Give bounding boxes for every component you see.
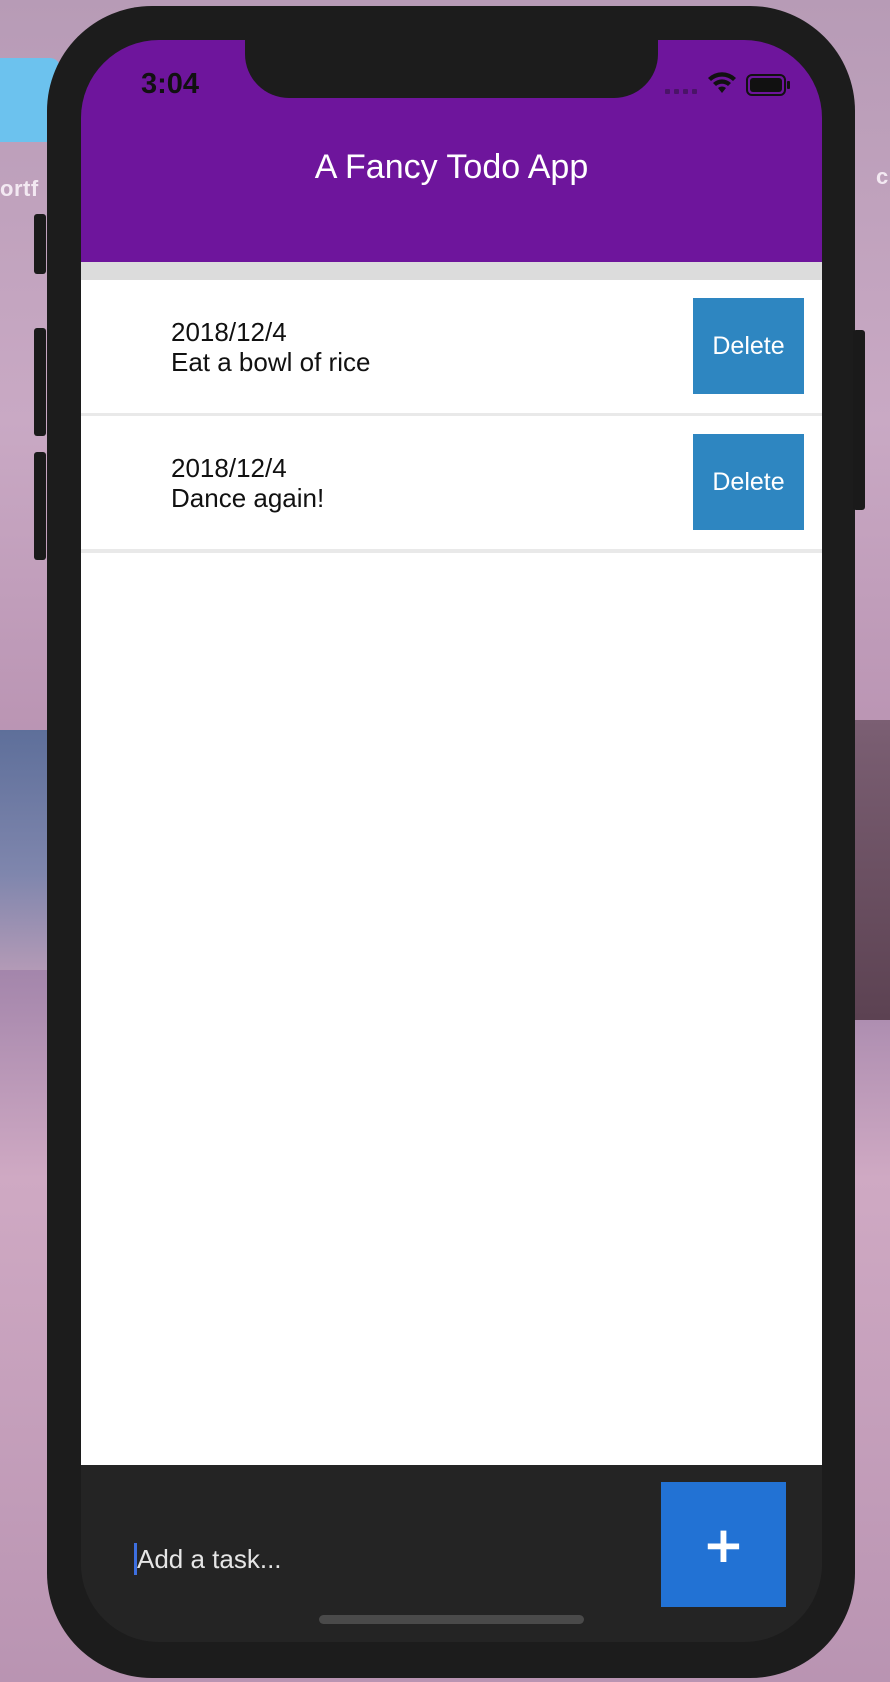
todo-text: Dance again! [171, 483, 325, 513]
task-input[interactable] [135, 1535, 617, 1583]
cellular-signal-icon [665, 89, 697, 94]
delete-button[interactable]: Delete [693, 298, 804, 394]
app-header: 3:04 A Fancy Todo App [81, 40, 822, 262]
mute-switch [34, 214, 46, 274]
volume-up-button [34, 328, 46, 436]
status-time: 3:04 [141, 68, 200, 100]
todo-item: 2018/12/4 Eat a bowl of rice Delete [81, 280, 822, 417]
todo-date: 2018/12/4 [171, 317, 287, 347]
battery-icon [746, 74, 790, 96]
power-button [853, 330, 865, 510]
background-label-left: ortf [0, 176, 39, 201]
wifi-icon [708, 72, 736, 93]
background-label-right: c [876, 164, 889, 189]
app-title: A Fancy Todo App [314, 148, 589, 186]
volume-down-button [34, 452, 46, 560]
todo-item: 2018/12/4 Dance again! Delete [81, 416, 822, 553]
add-task-button[interactable]: + [661, 1482, 786, 1607]
app-screen: 3:04 A Fancy Todo App 2018/12/4 Eat a bo… [81, 40, 822, 1642]
todo-list: 2018/12/4 Eat a bowl of rice Delete 2018… [81, 280, 822, 1465]
task-composer: + [81, 1465, 822, 1642]
home-indicator[interactable] [319, 1615, 584, 1624]
device-notch [245, 40, 658, 98]
header-divider [81, 262, 822, 280]
todo-text: Eat a bowl of rice [171, 347, 371, 377]
todo-date: 2018/12/4 [171, 453, 287, 483]
delete-button[interactable]: Delete [693, 434, 804, 530]
